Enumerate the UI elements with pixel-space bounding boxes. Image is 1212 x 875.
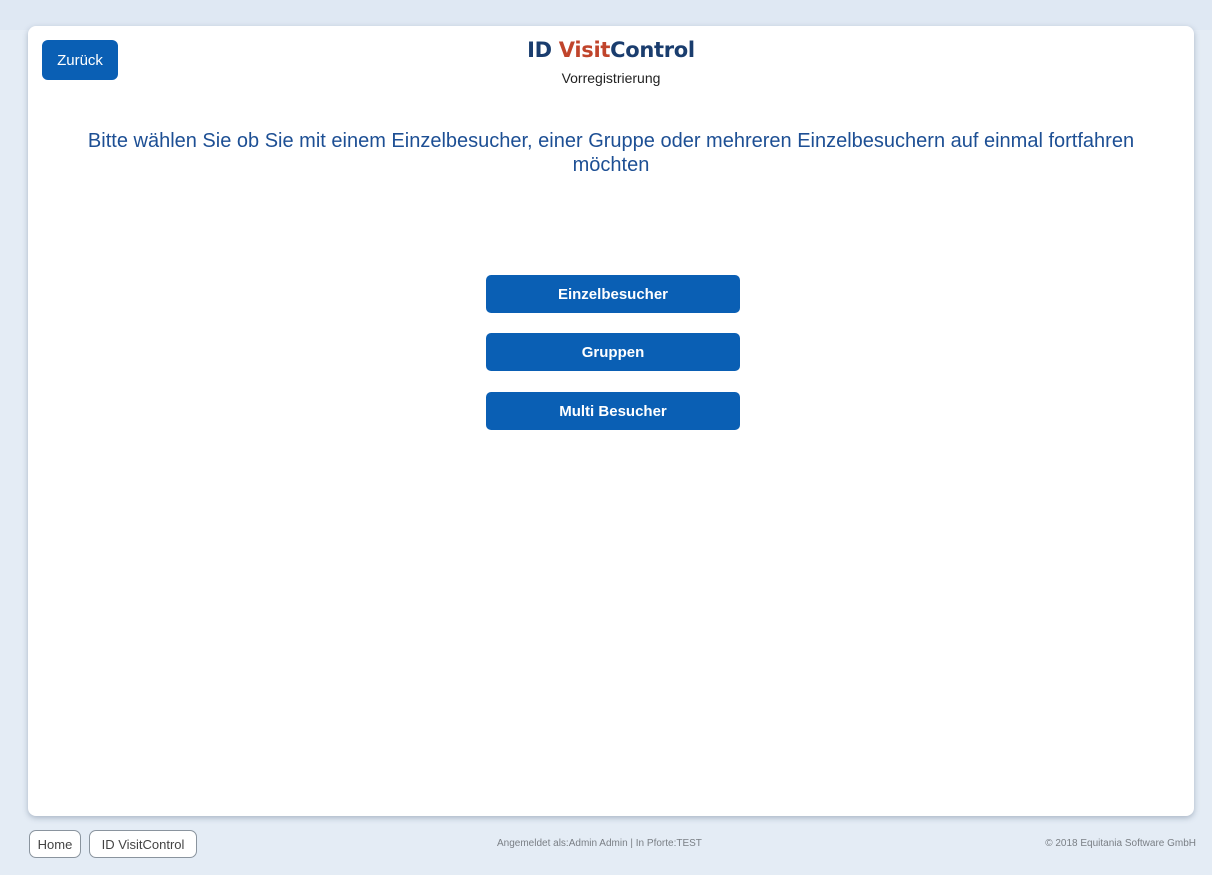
single-visitor-button[interactable]: Einzelbesucher [486, 275, 740, 313]
main-panel: Zurück ID VisitControl Vorregistrierung … [28, 26, 1194, 816]
groups-button[interactable]: Gruppen [486, 333, 740, 371]
home-button[interactable]: Home [29, 830, 81, 858]
selection-prompt: Bitte wählen Sie ob Sie mit einem Einzel… [87, 130, 1135, 176]
logo-id-text: ID [527, 38, 559, 62]
app-logo: ID VisitControl [28, 38, 1194, 62]
app-home-button[interactable]: ID VisitControl [89, 830, 197, 858]
copyright-text: © 2018 Equitania Software GmbH [1045, 838, 1196, 849]
logo-visit-text: Visit [558, 38, 611, 62]
page-subtitle: Vorregistrierung [561, 70, 661, 86]
login-status: Angemeldet als:Admin Admin | In Pforte:T… [497, 838, 702, 849]
logo-control-text: Control [610, 38, 695, 62]
multi-visitor-button[interactable]: Multi Besucher [486, 392, 740, 430]
